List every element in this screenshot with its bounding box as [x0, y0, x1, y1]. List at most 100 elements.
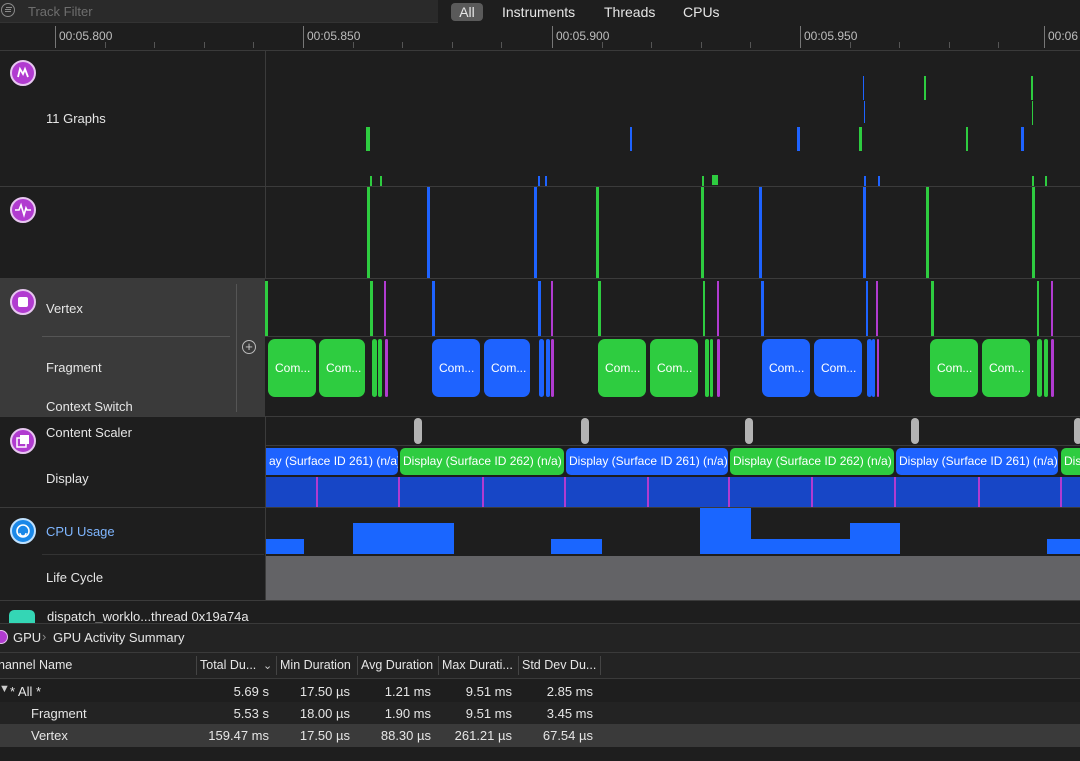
- cpu-usage-track[interactable]: CPU Usage Life Cycle: [0, 508, 1080, 601]
- display-surface-block[interactable]: Display (Surface ID 262) (n/a): [400, 448, 564, 475]
- table-row[interactable]: ▼ * All * 5.69 s 17.50 µs 1.21 ms 9.51 m…: [0, 680, 1080, 702]
- thread-track[interactable]: dispatch_worklo...thread 0x19a74a: [0, 601, 1080, 624]
- metal-graph-icon: [10, 60, 36, 86]
- cpu-usage-bar: [353, 523, 454, 554]
- activity-mark: [367, 187, 370, 278]
- vsync-mark: [482, 477, 484, 507]
- display-surface-block[interactable]: Display (Surface ID 261) (n/a): [896, 448, 1058, 475]
- display-track[interactable]: Content Scaler Display ay (Surface ID 26…: [0, 417, 1080, 508]
- activity-mark: [866, 281, 868, 336]
- col-separator: [357, 656, 358, 675]
- fragment-encoder-pill[interactable]: Com...: [762, 339, 810, 397]
- fragment-encoder-pill[interactable]: Com...: [598, 339, 646, 397]
- row-max: 9.51 ms: [465, 706, 512, 721]
- col-max-duration[interactable]: Max Durati...: [442, 653, 513, 677]
- row-avg: 1.21 ms: [384, 684, 431, 699]
- col-std-dev[interactable]: Std Dev Du...: [522, 653, 596, 677]
- breadcrumb-gpu[interactable]: GPU: [13, 630, 41, 645]
- track-filter-input[interactable]: [28, 2, 428, 20]
- activity-mark: [1037, 339, 1042, 397]
- thread-icon: [9, 610, 35, 623]
- ruler-minor-tick: [104, 42, 106, 48]
- activity-mark: [1021, 127, 1024, 151]
- activity-mark: [372, 339, 377, 397]
- cpu-usage-lane[interactable]: [266, 508, 1080, 555]
- activity-mark: [876, 281, 878, 336]
- activity-mark: [538, 176, 540, 186]
- gpu-activity-lane[interactable]: [266, 187, 1080, 278]
- ruler-tick: [552, 26, 553, 48]
- activity-mark: [761, 281, 764, 336]
- gpu-channels-lane[interactable]: Com... Com... Com... Com... Com... Com... Com.…: [265, 279, 1080, 416]
- row-channel-name: Vertex: [31, 728, 68, 743]
- breadcrumb-summary[interactable]: GPU Activity Summary: [53, 630, 184, 645]
- display-lane[interactable]: ay (Surface ID 261) (n/a) Display (Surfac…: [266, 446, 1080, 507]
- graphs-lane[interactable]: [266, 51, 1080, 186]
- track-filter-box[interactable]: [0, 0, 438, 23]
- table-row-selected[interactable]: Vertex 159.47 ms 17.50 µs 88.30 µs 261.2…: [0, 724, 1080, 747]
- activity-mark: [703, 281, 705, 336]
- ruler-minor-tick: [203, 42, 205, 48]
- life-cycle-lane[interactable]: [266, 556, 1080, 600]
- activity-mark: [864, 101, 865, 123]
- display-surface-block[interactable]: Dis: [1061, 448, 1080, 475]
- disclosure-triangle-icon[interactable]: ▼: [0, 683, 10, 695]
- display-surface-block[interactable]: Display (Surface ID 261) (n/a): [566, 448, 728, 475]
- activity-mark: [924, 76, 926, 100]
- activity-mark: [926, 187, 929, 278]
- col-channel-name[interactable]: hannel Name: [0, 653, 72, 677]
- row-std: 67.54 µs: [542, 728, 593, 743]
- breadcrumb: GPU › GPU Activity Summary: [0, 623, 1080, 653]
- vsync-mark: [316, 477, 318, 507]
- col-avg-duration[interactable]: Avg Duration: [361, 653, 433, 677]
- ruler-minor-tick: [402, 42, 404, 48]
- fragment-encoder-pill[interactable]: Com...: [930, 339, 978, 397]
- activity-mark: [759, 187, 762, 278]
- scope-all-button[interactable]: All: [451, 3, 483, 21]
- scope-threads-button[interactable]: Threads: [604, 3, 655, 21]
- graphs-track[interactable]: 11 Graphs: [0, 51, 1080, 187]
- table-row[interactable]: Fragment 5.53 s 18.00 µs 1.90 ms 9.51 ms…: [0, 702, 1080, 724]
- ruler-minor-tick: [451, 42, 453, 48]
- filter-icon[interactable]: [1, 3, 15, 17]
- ruler-minor-tick: [948, 42, 950, 48]
- display-surface-block[interactable]: Display (Surface ID 262) (n/a): [730, 448, 894, 475]
- scope-cpus-button[interactable]: CPUs: [683, 3, 720, 21]
- fragment-encoder-pill[interactable]: Com...: [432, 339, 480, 397]
- gpu-chip-icon: [10, 289, 36, 315]
- content-scaler-lane[interactable]: [266, 417, 1080, 445]
- fragment-encoder-pill[interactable]: Com...: [484, 339, 530, 397]
- graphs-track-label: 11 Graphs: [46, 111, 106, 126]
- col-separator: [196, 656, 197, 675]
- col-total-duration[interactable]: Total Du...: [200, 653, 256, 677]
- fragment-encoder-pill[interactable]: Com...: [319, 339, 365, 397]
- row-min: 17.50 µs: [299, 728, 350, 743]
- cpu-usage-bar: [1047, 539, 1080, 554]
- row-min: 17.50 µs: [299, 684, 350, 699]
- time-ruler[interactable]: 00:05.800 00:05.850 00:05.900 00:05.950 …: [0, 24, 1080, 51]
- fragment-encoder-pill[interactable]: Com...: [268, 339, 316, 397]
- sort-chevron-icon[interactable]: ⌄: [263, 659, 272, 672]
- activity-mark: [265, 281, 268, 336]
- content-scaler-label: Content Scaler: [46, 425, 132, 440]
- gpu-activity-track[interactable]: [0, 187, 1080, 279]
- display-surface-block[interactable]: ay (Surface ID 261) (n/a): [266, 448, 398, 475]
- context-switch-label: Context Switch: [46, 399, 133, 414]
- activity-mark: [705, 339, 709, 397]
- ruler-label: 00:05.950: [804, 29, 858, 43]
- label-separator: [236, 284, 237, 412]
- cpu-usage-label[interactable]: CPU Usage: [46, 524, 115, 539]
- row-channel-name: * All *: [10, 684, 42, 699]
- activity-mark: [385, 339, 388, 397]
- ruler-minor-tick: [601, 42, 603, 48]
- fragment-encoder-pill[interactable]: Com...: [650, 339, 698, 397]
- gpu-channels-track[interactable]: Vertex Fragment Context Switch + Com... C…: [0, 279, 1080, 417]
- fragment-channel-label: Fragment: [46, 360, 102, 375]
- add-channel-icon[interactable]: +: [242, 340, 256, 354]
- fragment-encoder-pill[interactable]: Com...: [982, 339, 1030, 397]
- scope-instruments-button[interactable]: Instruments: [502, 3, 575, 21]
- ruler-tick: [55, 26, 56, 48]
- col-min-duration[interactable]: Min Duration: [280, 653, 351, 677]
- fragment-encoder-pill[interactable]: Com...: [814, 339, 862, 397]
- display-lower-band: [266, 477, 1080, 507]
